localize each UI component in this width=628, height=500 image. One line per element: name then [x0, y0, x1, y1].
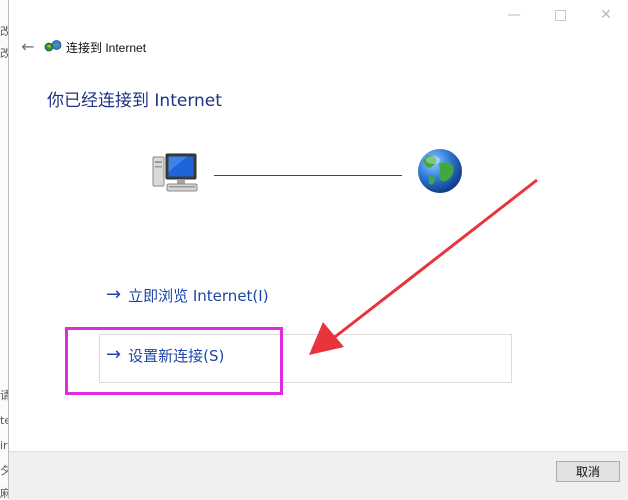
background-text: ir — [0, 439, 8, 452]
dialog-footer: 取消 — [9, 451, 628, 500]
connect-to-internet-dialog: — ✕ ← 连接到 Internet 你已经连接到 Internet → 立即浏… — [8, 0, 628, 500]
annotation-arrow — [309, 178, 538, 355]
cancel-button[interactable]: 取消 — [556, 461, 620, 482]
